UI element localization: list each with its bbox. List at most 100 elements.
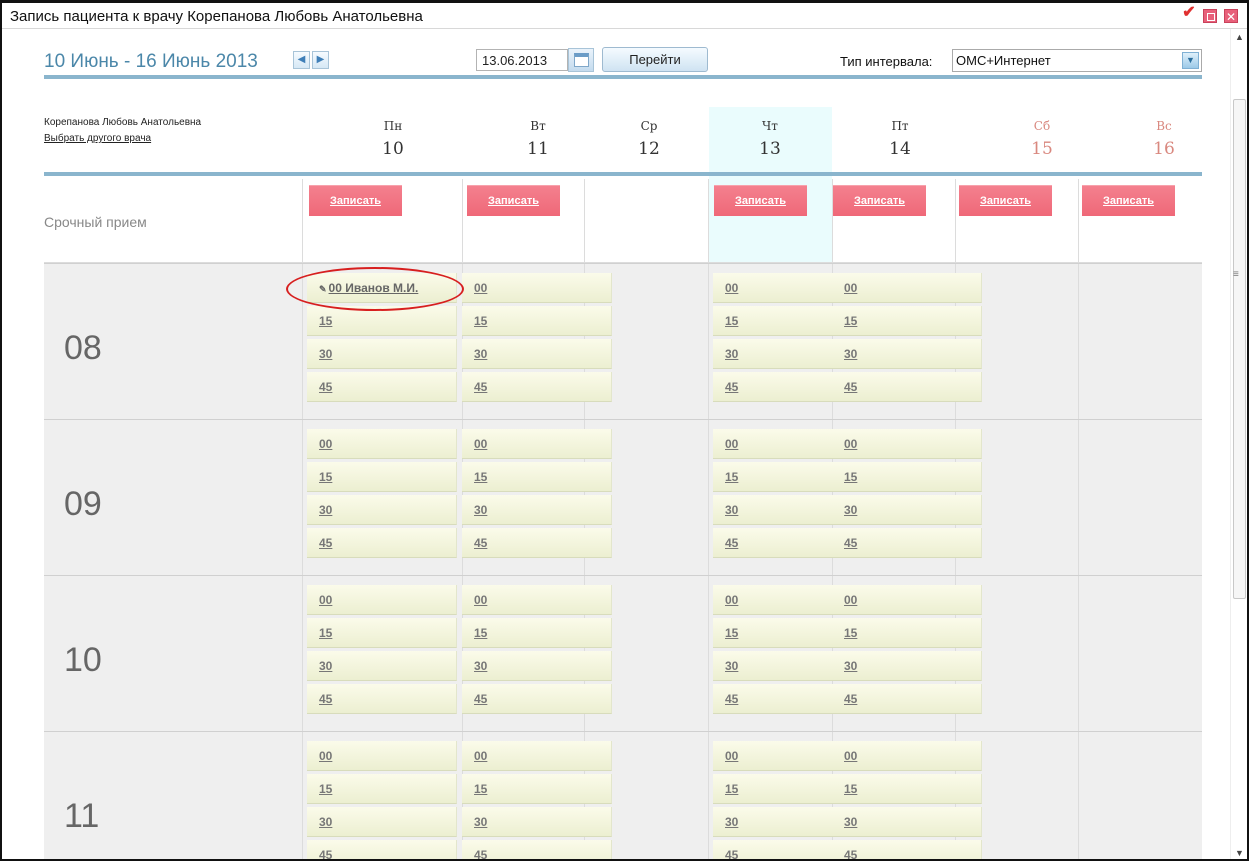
scroll-up-icon[interactable]: ▲ (1231, 29, 1247, 45)
day-name: Вс (1156, 119, 1172, 133)
time-slot[interactable]: 30 (307, 339, 457, 369)
day-header-sun: Вс 16 (1084, 109, 1230, 159)
appointment-window: Запись пациента к врачу Корепанова Любов… (0, 0, 1249, 861)
hour-divider (44, 263, 1202, 264)
day-header-fri: Пт 14 (820, 109, 980, 159)
urgent-book-button[interactable]: Записать (467, 185, 560, 216)
time-slot[interactable]: 15 (462, 462, 612, 492)
time-slot[interactable]: 30 (832, 651, 982, 681)
time-slot[interactable]: 00 (832, 429, 982, 459)
time-slot[interactable]: 00 (832, 585, 982, 615)
time-slot[interactable]: 15 (832, 462, 982, 492)
day-name: Пт (891, 119, 909, 133)
time-slot[interactable]: 45 (832, 684, 982, 714)
urgent-book-button[interactable]: Записать (959, 185, 1052, 216)
close-icon[interactable]: ✕ (1224, 9, 1238, 24)
window-title: Запись пациента к врачу Корепанова Любов… (10, 8, 423, 25)
time-slot[interactable]: 15 (832, 618, 982, 648)
hour-divider (44, 419, 1202, 420)
time-slot[interactable]: 15 (307, 618, 457, 648)
time-slot[interactable]: 00 (462, 585, 612, 615)
urgent-book-button[interactable]: Записать (714, 185, 807, 216)
time-slot[interactable]: 00 (307, 429, 457, 459)
date-range: 10 Июнь - 16 Июнь 2013 (44, 51, 258, 72)
time-slot[interactable]: 15 (462, 618, 612, 648)
day-number: 14 (889, 139, 911, 159)
time-slot[interactable]: 15 (307, 774, 457, 804)
time-slot[interactable]: 15 (832, 774, 982, 804)
date-input[interactable] (476, 49, 568, 71)
grip-icon: ≡ (1233, 269, 1239, 280)
time-slot[interactable]: 00 (832, 273, 982, 303)
time-slot[interactable]: 45 (462, 372, 612, 402)
calendar-icon[interactable] (568, 48, 594, 72)
time-slot[interactable]: 45 (462, 840, 612, 859)
time-slot[interactable]: 30 (307, 495, 457, 525)
pencil-icon: ✎ (319, 284, 327, 294)
time-slot[interactable]: 45 (307, 372, 457, 402)
hour-label: 08 (64, 329, 102, 367)
time-slot[interactable]: 45 (307, 684, 457, 714)
booked-slot[interactable]: ✎ 00 Иванов М.И. (307, 273, 457, 303)
time-slot[interactable]: 30 (462, 807, 612, 837)
chevron-down-icon[interactable]: ▼ (1182, 52, 1199, 69)
schedule-content: 10 Июнь - 16 Июнь 2013 ◀ ▶ Перейти Тип и… (2, 29, 1230, 859)
column-divider (302, 179, 303, 859)
maximize-icon[interactable] (1203, 9, 1217, 23)
time-slot[interactable]: 00 (462, 273, 612, 303)
column-divider (708, 179, 709, 859)
interval-type-label: Тип интервала: (840, 54, 933, 69)
time-slot[interactable]: 00 (307, 585, 457, 615)
time-slot[interactable]: 45 (832, 528, 982, 558)
urgent-label: Срочный прием (44, 214, 147, 230)
day-number: 10 (382, 139, 404, 159)
time-slot[interactable]: 45 (832, 840, 982, 859)
time-slot[interactable]: 30 (832, 807, 982, 837)
time-slot[interactable]: 45 (307, 528, 457, 558)
time-slot[interactable]: 00 (462, 429, 612, 459)
time-slot[interactable]: 45 (307, 840, 457, 859)
time-slot[interactable]: 15 (462, 306, 612, 336)
time-slot[interactable]: 15 (832, 306, 982, 336)
day-name: Пн (383, 119, 403, 133)
interval-type-value: ОМС+Интернет (956, 53, 1051, 68)
hour-divider (44, 731, 1202, 732)
scrollbar-thumb[interactable] (1233, 99, 1246, 599)
scroll-down-icon[interactable]: ▼ (1231, 845, 1247, 859)
urgent-book-button[interactable]: Записать (1082, 185, 1175, 216)
time-slot[interactable]: 00 (462, 741, 612, 771)
hour-label: 09 (64, 485, 102, 523)
time-slot[interactable]: 30 (462, 495, 612, 525)
hour-label: 11 (64, 797, 100, 835)
time-slot[interactable]: 30 (307, 651, 457, 681)
time-slot[interactable]: 15 (307, 462, 457, 492)
choose-other-doctor-link[interactable]: Выбрать другого врача (44, 133, 151, 144)
next-week-button[interactable]: ▶ (312, 51, 329, 69)
time-slot[interactable]: 45 (832, 372, 982, 402)
time-slot[interactable]: 30 (832, 495, 982, 525)
time-slot[interactable]: 45 (462, 684, 612, 714)
time-slot[interactable]: 45 (462, 528, 612, 558)
hour-label: 10 (64, 641, 102, 679)
booked-slot-label: 00 Иванов М.И. (328, 281, 419, 295)
time-slot[interactable]: 30 (462, 339, 612, 369)
title-bar: Запись пациента к врачу Корепанова Любов… (2, 3, 1247, 29)
divider (44, 75, 1202, 79)
urgent-book-button[interactable]: Записать (309, 185, 402, 216)
time-grid (44, 264, 1202, 859)
time-slot[interactable]: 30 (462, 651, 612, 681)
go-button[interactable]: Перейти (602, 47, 708, 72)
confirm-icon[interactable]: ✔ (1182, 5, 1196, 21)
hour-divider (44, 575, 1202, 576)
urgent-book-button[interactable]: Записать (833, 185, 926, 216)
time-slot[interactable]: 15 (307, 306, 457, 336)
time-slot[interactable]: 15 (462, 774, 612, 804)
vertical-scrollbar[interactable]: ▲ ≡ ▼ (1230, 29, 1247, 859)
time-slot[interactable]: 30 (832, 339, 982, 369)
time-slot[interactable]: 00 (832, 741, 982, 771)
time-slot[interactable]: 30 (307, 807, 457, 837)
prev-week-button[interactable]: ◀ (293, 51, 310, 69)
interval-type-select[interactable]: ОМС+Интернет ▼ (952, 49, 1202, 72)
divider (44, 172, 1202, 176)
time-slot[interactable]: 00 (307, 741, 457, 771)
